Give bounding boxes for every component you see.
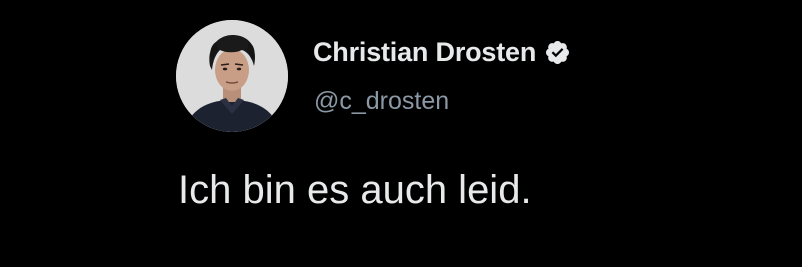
author-name-row[interactable]: Christian Drosten bbox=[313, 34, 571, 70]
tweet-card: Christian Drosten @c_drosten Ich bin es … bbox=[0, 0, 802, 267]
author-display-name[interactable]: Christian Drosten bbox=[313, 37, 536, 68]
author-handle[interactable]: @c_drosten bbox=[314, 87, 449, 116]
avatar[interactable] bbox=[176, 20, 288, 132]
verified-badge-icon bbox=[544, 39, 571, 66]
avatar-photo bbox=[176, 20, 288, 132]
tweet-text: Ich bin es auch leid. bbox=[178, 168, 532, 212]
